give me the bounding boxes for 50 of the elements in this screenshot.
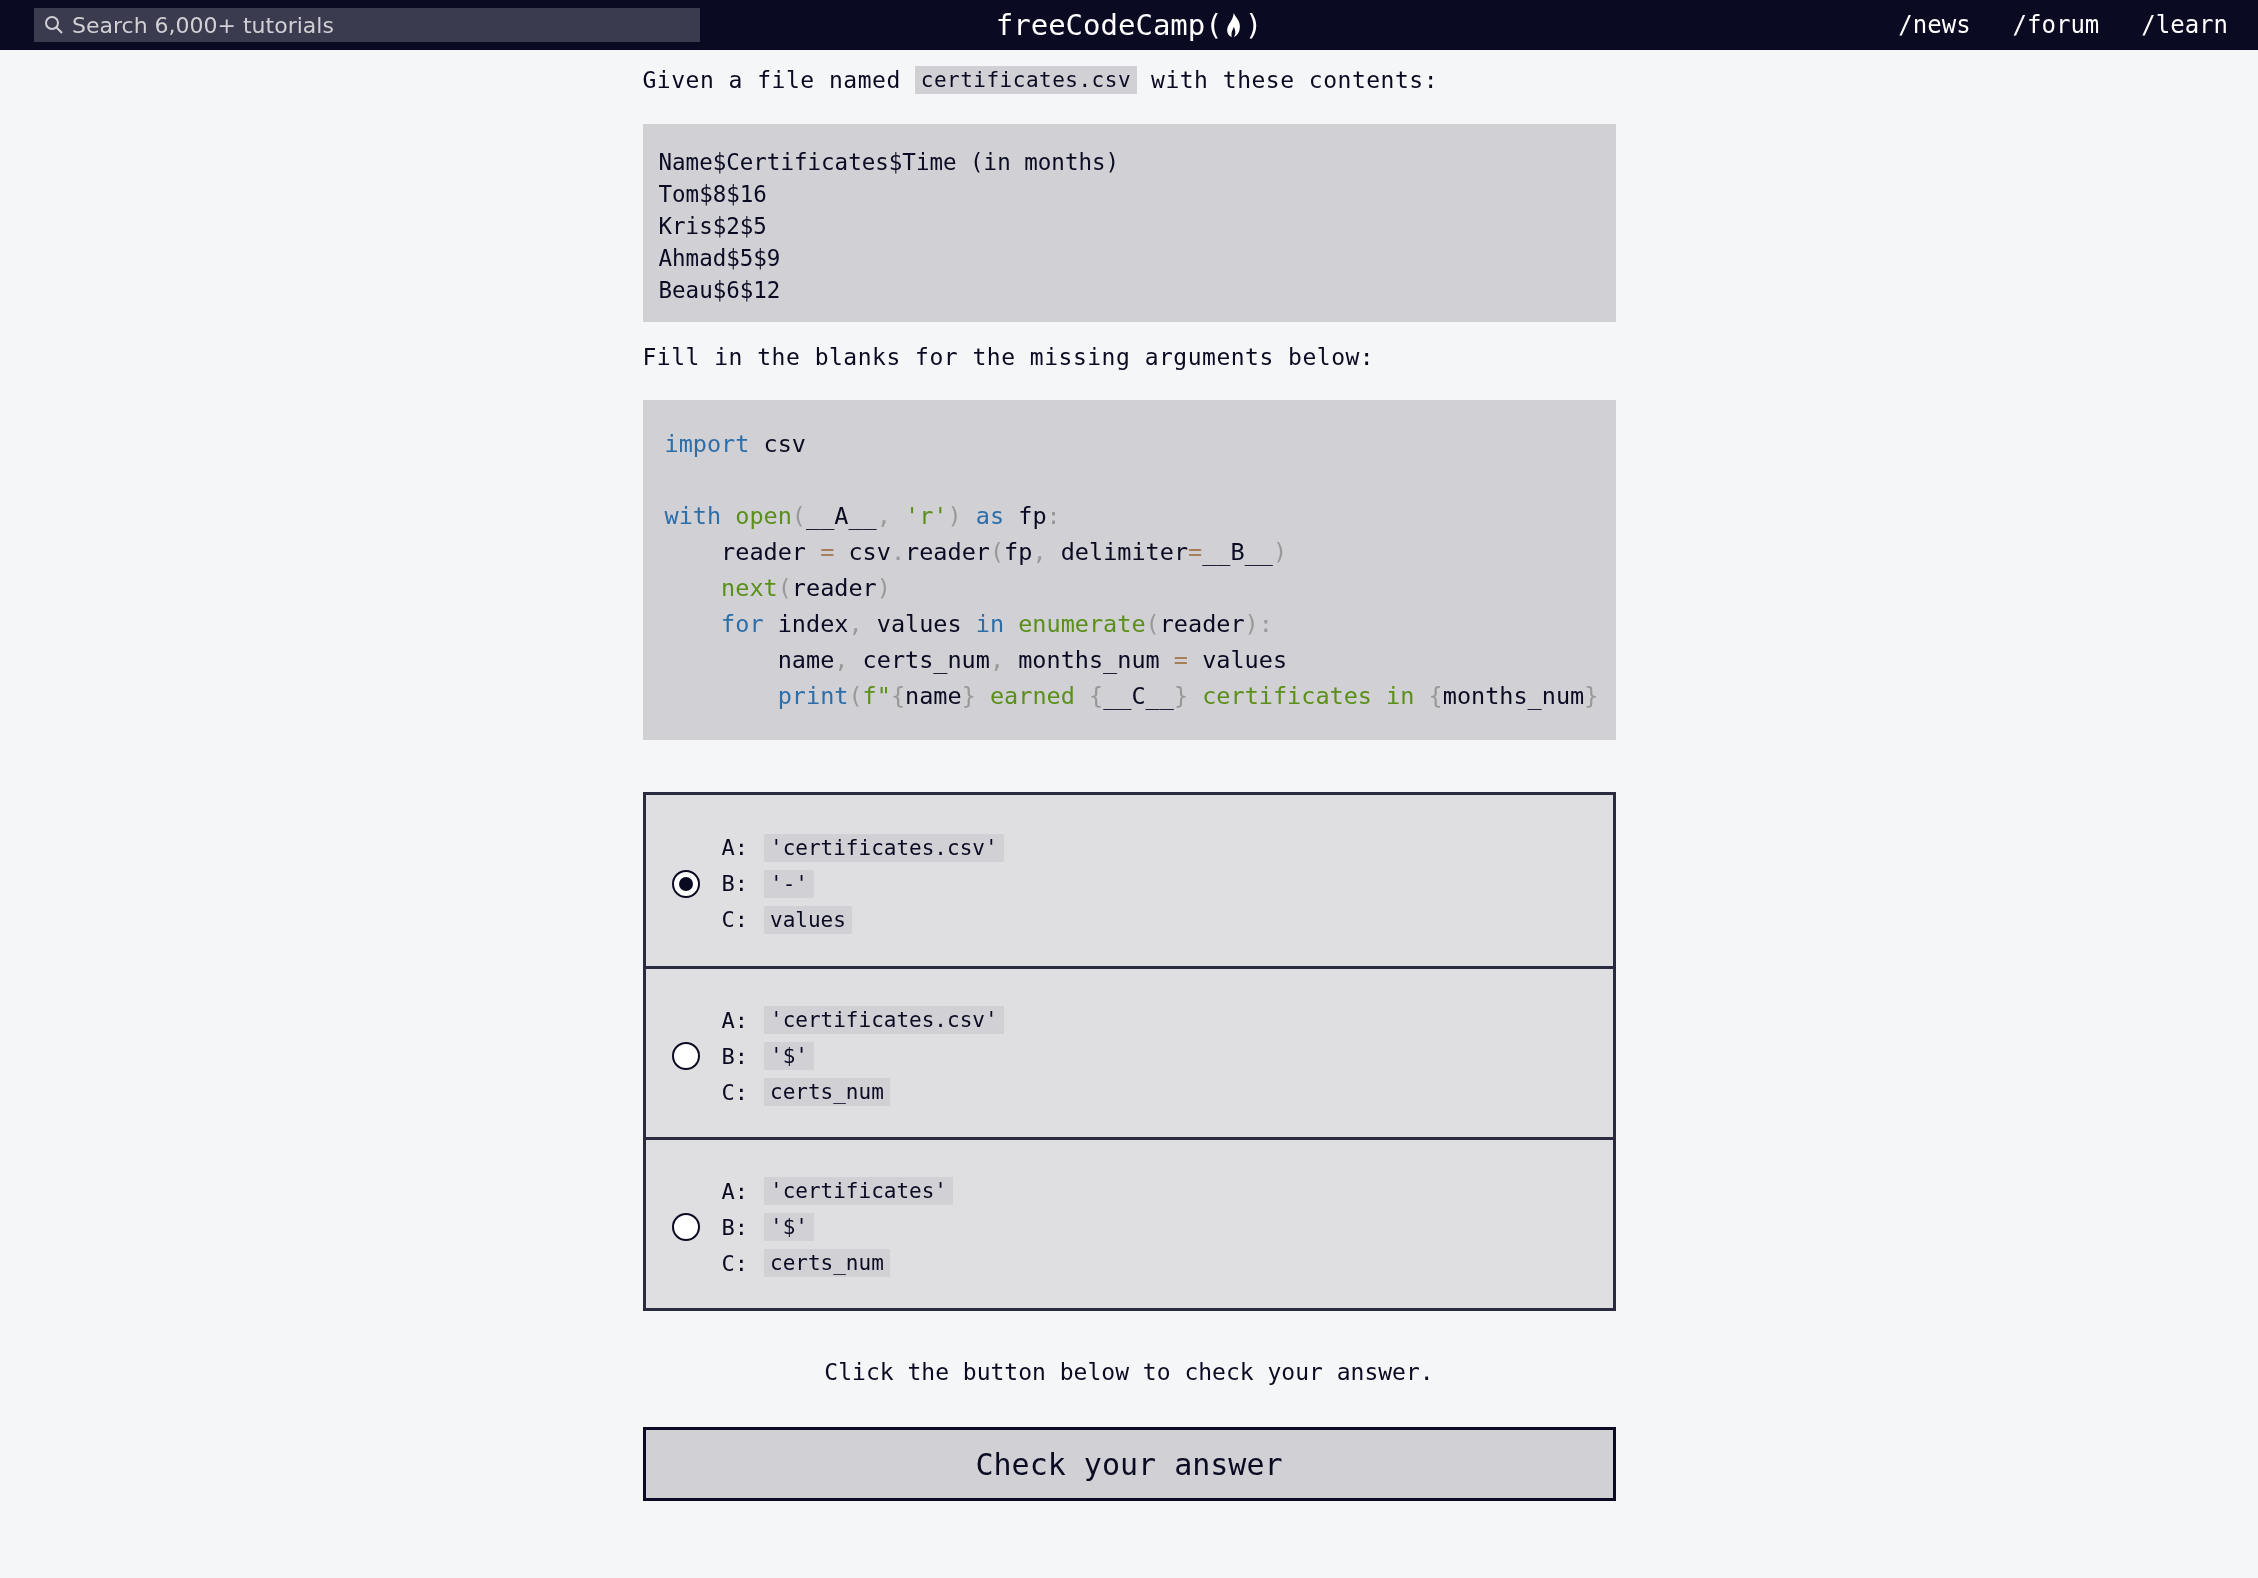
code-line: with open(__A__, 'r') as fp:	[664, 501, 1062, 532]
blank-value: '-'	[764, 869, 814, 898]
blank-label: B:	[721, 1214, 748, 1240]
file-line: Ahmad$5$9	[658, 244, 782, 273]
code-line: reader = csv.reader(fp, delimiter=__B__)	[720, 537, 1289, 568]
blank-label: A:	[721, 835, 748, 860]
code-line: print(f"{name} earned {__C__} certificates in {months_num}	[776, 681, 1600, 712]
file-line: Beau$6$12	[658, 276, 782, 305]
flame-icon	[1224, 12, 1243, 38]
search-field[interactable]: Search 6,000+ tutorials	[34, 8, 700, 42]
blank-label: B:	[721, 871, 748, 896]
code-line: import csv	[664, 429, 807, 460]
intro-text: with these contents:	[1151, 67, 1438, 93]
file-name: certificates.csv	[914, 66, 1138, 94]
logo-text: )	[1244, 8, 1263, 42]
code-line: name, certs_num, months_num = values	[776, 645, 1289, 676]
file-line: Kris$2$5	[658, 212, 768, 241]
blank-value: '$'	[764, 1213, 814, 1241]
nav-link[interactable]: /news	[1898, 11, 1971, 39]
logo-text: freeCodeCamp(	[995, 8, 1223, 42]
radio-button[interactable]	[671, 1042, 700, 1070]
answer-option[interactable]: A: 'certificates.csv' B: '$' C: certs_num	[645, 966, 1613, 1137]
file-line: Name$Certificates$Time (in months)	[658, 148, 1121, 177]
check-answer-button[interactable]: Check your answer	[642, 1427, 1616, 1501]
answer-option[interactable]: A: 'certificates' B: '$' C: certs_num	[645, 1137, 1613, 1308]
answer-option[interactable]: A: 'certificates.csv' B: '-' C: values	[645, 795, 1613, 966]
blank-label: A:	[721, 1178, 748, 1204]
blank-value: 'certificates.csv'	[764, 1006, 1004, 1034]
search-icon	[44, 15, 64, 35]
blank-label: C:	[721, 907, 748, 932]
nav-link[interactable]: /forum	[2012, 11, 2100, 39]
blank-value: '$'	[764, 1042, 814, 1070]
file-line: Tom$8$16	[658, 180, 768, 209]
prompt-text: Fill in the blanks for the missing arguments below:	[642, 344, 1376, 370]
blank-label: A:	[721, 1007, 748, 1033]
radio-button[interactable]	[671, 869, 700, 898]
blank-value: values	[764, 905, 852, 934]
code-line: next(reader)	[720, 573, 892, 604]
intro-text: Given a file named	[642, 67, 901, 93]
blank-value: 'certificates'	[764, 1177, 953, 1205]
code-line: for index, values in enumerate(reader):	[720, 609, 1274, 640]
radio-button[interactable]	[671, 1213, 700, 1241]
blank-label: C:	[721, 1079, 748, 1105]
blank-value: 'certificates.csv'	[764, 833, 1004, 862]
blank-value: certs_num	[764, 1078, 890, 1106]
blank-label: C:	[721, 1250, 748, 1276]
blank-label: B:	[721, 1043, 748, 1069]
hint-text: Click the button below to check your answer.	[823, 1359, 1435, 1385]
nav-link[interactable]: /learn	[2141, 11, 2228, 39]
blank-value: certs_num	[764, 1249, 890, 1277]
